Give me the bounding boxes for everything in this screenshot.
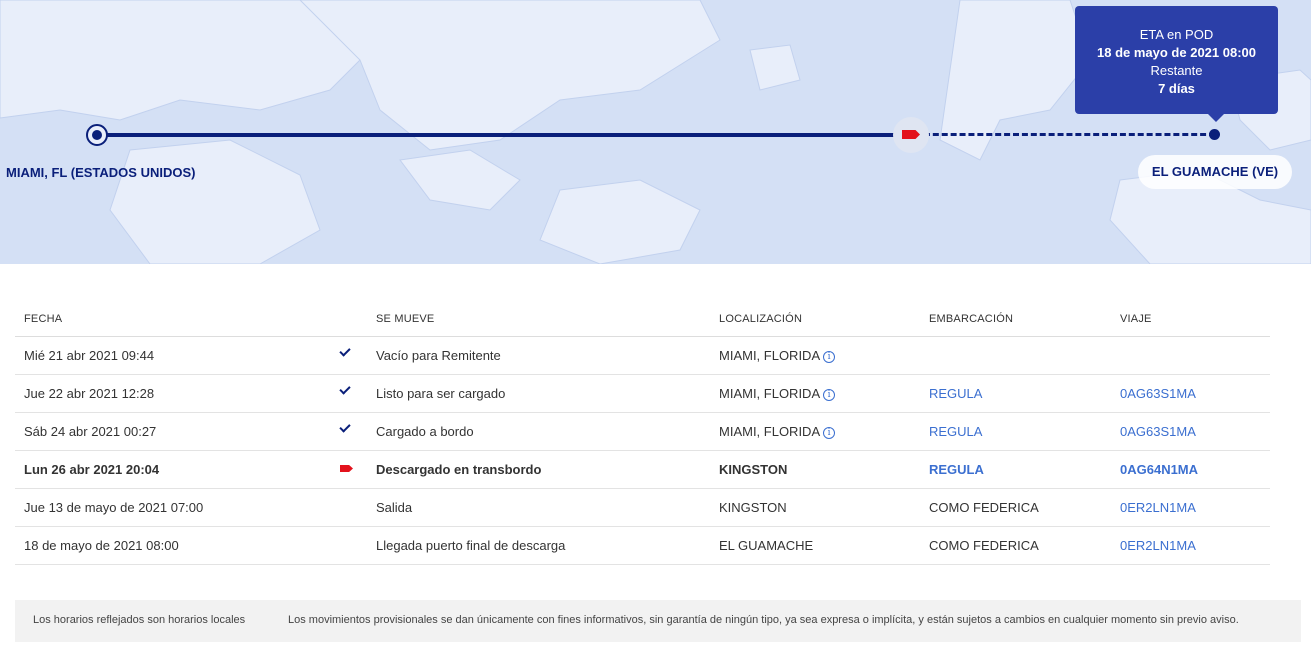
table-row: Jue 22 abr 2021 12:28 Listo para ser car…: [15, 375, 1270, 413]
event-voyage-link[interactable]: 0ER2LN1MA: [1120, 500, 1196, 515]
header-location: LOCALIZACIÓN: [719, 313, 803, 325]
eta-tooltip: ETA en POD 18 de mayo de 2021 08:00 Rest…: [1075, 6, 1278, 122]
header-date: FECHA: [24, 313, 63, 325]
event-vessel-link[interactable]: REGULA: [929, 386, 982, 401]
disclaimer-text: Los movimientos provisionales se dan úni…: [288, 614, 1239, 626]
event-date: Jue 13 de mayo de 2021 07:00: [24, 500, 204, 515]
event-date: Sáb 24 abr 2021 00:27: [24, 424, 157, 439]
ship-icon: [902, 130, 920, 139]
event-location-text: MIAMI, FLORIDA: [719, 386, 821, 401]
eta-remaining-label: Restante: [1150, 63, 1203, 78]
event-vessel: COMO FEDERICA: [929, 538, 1039, 553]
table-header: FECHA SE MUEVE LOCALIZACIÓN EMBARCACIÓN …: [15, 300, 1270, 337]
info-icon[interactable]: i: [823, 427, 836, 439]
disclaimer-footer: Los horarios reflejados son horarios loc…: [15, 600, 1301, 642]
header-vessel: EMBARCACIÓN: [929, 313, 1014, 325]
event-location: MIAMI, FLORIDA i: [719, 386, 836, 401]
event-move: Listo para ser cargado: [376, 386, 506, 401]
event-voyage-link[interactable]: 0AG64N1MA: [1120, 462, 1198, 477]
header-move: SE MUEVE: [376, 313, 435, 325]
event-date: 18 de mayo de 2021 08:00: [24, 538, 179, 553]
check-icon: [339, 383, 351, 395]
destination-label: EL GUAMACHE (VE): [1138, 155, 1292, 189]
event-vessel: COMO FEDERICA: [929, 500, 1039, 515]
info-icon[interactable]: i: [823, 351, 836, 363]
event-move: Vacío para Remitente: [376, 348, 501, 363]
route-map: MIAMI, FL (ESTADOS UNIDOS) EL GUAMACHE (…: [0, 0, 1311, 264]
event-location: MIAMI, FLORIDA i: [719, 424, 836, 439]
origin-marker-icon[interactable]: [86, 124, 108, 146]
event-location: KINGSTON: [719, 462, 788, 477]
table-row: Jue 13 de mayo de 2021 07:00 Salida KING…: [15, 489, 1270, 527]
table-row: 18 de mayo de 2021 08:00 Llegada puerto …: [15, 527, 1270, 565]
destination-marker-icon[interactable]: [1209, 129, 1220, 140]
event-voyage-link[interactable]: 0AG63S1MA: [1120, 386, 1196, 401]
event-location-text: MIAMI, FLORIDA: [719, 348, 821, 363]
event-move: Cargado a bordo: [376, 424, 474, 439]
origin-label: MIAMI, FL (ESTADOS UNIDOS): [6, 165, 196, 180]
table-row: Sáb 24 abr 2021 00:27 Cargado a bordo MI…: [15, 413, 1270, 451]
event-vessel-link[interactable]: REGULA: [929, 424, 982, 439]
eta-remaining-value: 7 días: [1158, 81, 1195, 96]
info-icon[interactable]: i: [823, 389, 836, 401]
current-position-marker[interactable]: [893, 117, 929, 153]
eta-title: ETA en POD: [1139, 27, 1214, 42]
event-voyage-link[interactable]: 0AG63S1MA: [1120, 424, 1196, 439]
event-date: Mié 21 abr 2021 09:44: [24, 348, 155, 363]
header-voyage: VIAJE: [1120, 313, 1152, 325]
route-traveled-line: [97, 133, 910, 137]
table-row-current: Lun 26 abr 2021 20:04 Descargado en tran…: [15, 451, 1270, 489]
event-location-text: MIAMI, FLORIDA: [719, 424, 821, 439]
ship-icon: [340, 465, 353, 472]
event-move: Llegada puerto final de descarga: [376, 538, 566, 553]
check-icon: [339, 345, 351, 357]
event-move: Descargado en transbordo: [376, 462, 542, 477]
event-location: MIAMI, FLORIDA i: [719, 348, 836, 363]
event-location: KINGSTON: [719, 500, 787, 515]
event-location: EL GUAMACHE: [719, 538, 814, 553]
local-times-note: Los horarios reflejados son horarios loc…: [33, 614, 246, 626]
route-remaining-line: [915, 133, 1215, 136]
event-move: Salida: [376, 500, 413, 515]
check-icon: [339, 421, 351, 433]
event-date: Lun 26 abr 2021 20:04: [24, 462, 160, 477]
event-voyage-link[interactable]: 0ER2LN1MA: [1120, 538, 1196, 553]
eta-datetime: 18 de mayo de 2021 08:00: [1097, 45, 1256, 60]
tracking-events-table: FECHA SE MUEVE LOCALIZACIÓN EMBARCACIÓN …: [15, 300, 1270, 565]
event-date: Jue 22 abr 2021 12:28: [24, 386, 155, 401]
event-vessel-link[interactable]: REGULA: [929, 462, 984, 477]
table-row: Mié 21 abr 2021 09:44 Vacío para Remiten…: [15, 337, 1270, 375]
